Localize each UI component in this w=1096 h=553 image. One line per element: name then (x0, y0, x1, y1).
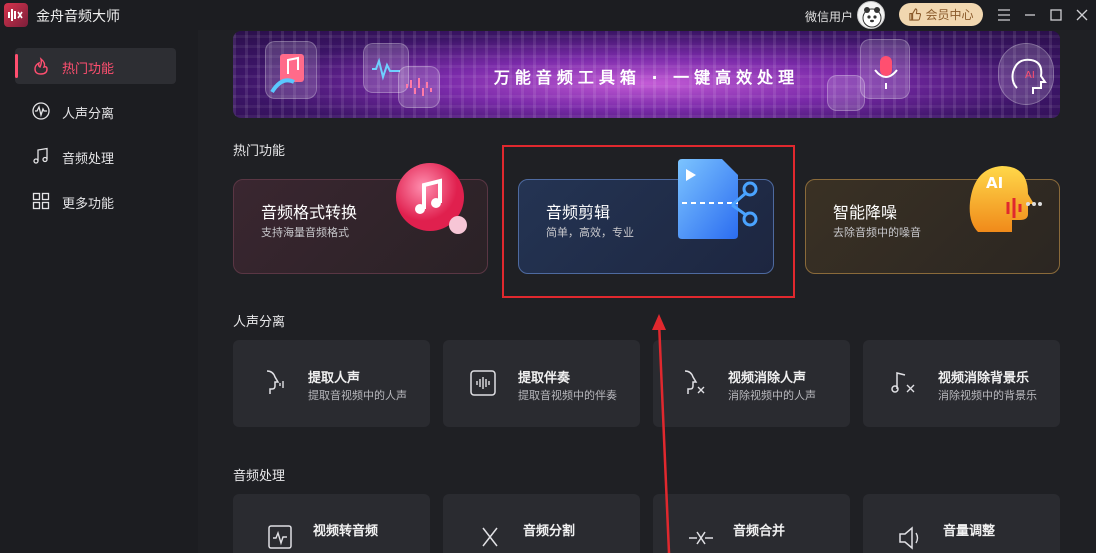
tool-title: 提取人声 (308, 371, 361, 386)
sidebar-item-vocal-separation[interactable]: 人声分离 (15, 93, 176, 129)
music-remove-icon (891, 372, 915, 393)
tool-title: 音频分割 (523, 524, 576, 539)
voice-extract-icon (266, 370, 284, 394)
voice-remove-icon (684, 370, 705, 394)
tool-title: 视频消除人声 (728, 371, 807, 386)
ai-badge: AI (986, 174, 1003, 192)
card-subtitle: 去除音频中的噪音 (833, 226, 921, 239)
ai-denoise-icon: AI (964, 162, 1046, 238)
tool-card-extract-voice[interactable]: 提取人声 提取音视频中的人声 (233, 340, 430, 427)
tool-card-video-to-audio[interactable]: 视频转音频 (233, 494, 430, 553)
app-logo-icon (4, 3, 28, 27)
app-title: 金舟音频大师 (36, 9, 120, 25)
tool-card-audio-split[interactable]: 音频分割 (443, 494, 640, 553)
waveform-icon (32, 102, 50, 120)
card-title: 智能降噪 (833, 203, 898, 222)
tool-subtitle: 消除视频中的人声 (728, 389, 816, 402)
volume-icon (899, 526, 919, 550)
svg-text:AI: AI (1025, 70, 1035, 81)
sidebar-item-label: 热门功能 (62, 62, 115, 77)
menu-icon[interactable] (993, 4, 1015, 26)
microphone-icon (860, 39, 910, 99)
section-title-hot: 热门功能 (233, 144, 286, 159)
video-to-audio-icon (268, 525, 292, 549)
sidebar-item-more[interactable]: 更多功能 (15, 183, 176, 219)
avatar[interactable] (857, 1, 885, 29)
tool-card-audio-merge[interactable]: 音频合并 (653, 494, 850, 553)
ai-head-icon: AI (998, 43, 1054, 105)
maximize-icon[interactable] (1045, 4, 1067, 26)
minimize-icon[interactable] (1019, 4, 1041, 26)
banner-slogan: 万能音频工具箱 · 一键高效处理 (493, 68, 800, 87)
close-icon[interactable] (1071, 4, 1093, 26)
section-title-audio: 音频处理 (233, 469, 286, 484)
member-center-label: 会员中心 (925, 8, 974, 22)
card-title: 音频格式转换 (261, 203, 358, 222)
tool-card-volume-adjust[interactable]: 音量调整 (863, 494, 1060, 553)
sidebar-item-audio-processing[interactable]: 音频处理 (15, 138, 176, 174)
hot-icon (34, 57, 48, 75)
member-center-button[interactable]: 会员中心 (899, 3, 983, 26)
sidebar: 热门功能 人声分离 音频处理 更多功能 (0, 30, 198, 553)
scissors-icon (482, 527, 498, 547)
tool-title: 音频合并 (733, 524, 786, 539)
tool-title: 视频消除背景乐 (938, 371, 1030, 386)
grid-icon (32, 192, 50, 210)
video-audio-icon (827, 75, 865, 111)
user-name[interactable]: 微信用户 (805, 8, 853, 25)
tool-title: 视频转音频 (313, 524, 379, 539)
promo-banner[interactable]: 万能音频工具箱 · 一键高效处理 AI (233, 31, 1060, 118)
accompaniment-icon (470, 370, 496, 396)
thumbs-up-icon (909, 8, 922, 21)
tool-card-video-remove-bgm[interactable]: 视频消除背景乐 消除视频中的背景乐 (863, 340, 1060, 427)
sidebar-item-label: 人声分离 (62, 107, 115, 122)
tool-card-video-remove-voice[interactable]: 视频消除人声 消除视频中的人声 (653, 340, 850, 427)
app-window: 金舟音频大师 微信用户 会员中心 热门功能 人声分离 音频处理 更多功能 万能音… (0, 0, 1096, 553)
tool-title: 提取伴奏 (518, 371, 571, 386)
tool-subtitle: 提取音视频中的伴奏 (518, 389, 617, 402)
sidebar-item-hot[interactable]: 热门功能 (15, 48, 176, 84)
sidebar-item-label: 更多功能 (62, 197, 115, 212)
sidebar-item-label: 音频处理 (62, 152, 115, 167)
tool-subtitle: 提取音视频中的人声 (308, 389, 407, 402)
tool-card-extract-accompaniment[interactable]: 提取伴奏 提取音视频中的伴奏 (443, 340, 640, 427)
tool-title: 音量调整 (943, 524, 996, 539)
highlight-annotation-box (502, 145, 795, 298)
music-note-icon (33, 147, 48, 164)
tool-subtitle: 消除视频中的背景乐 (938, 389, 1037, 402)
format-convert-icon (394, 163, 470, 237)
title-bar: 金舟音频大师 微信用户 会员中心 (0, 0, 1096, 30)
section-title-vocal: 人声分离 (233, 315, 286, 330)
card-subtitle: 支持海量音频格式 (261, 226, 349, 239)
merge-icon (689, 531, 713, 545)
